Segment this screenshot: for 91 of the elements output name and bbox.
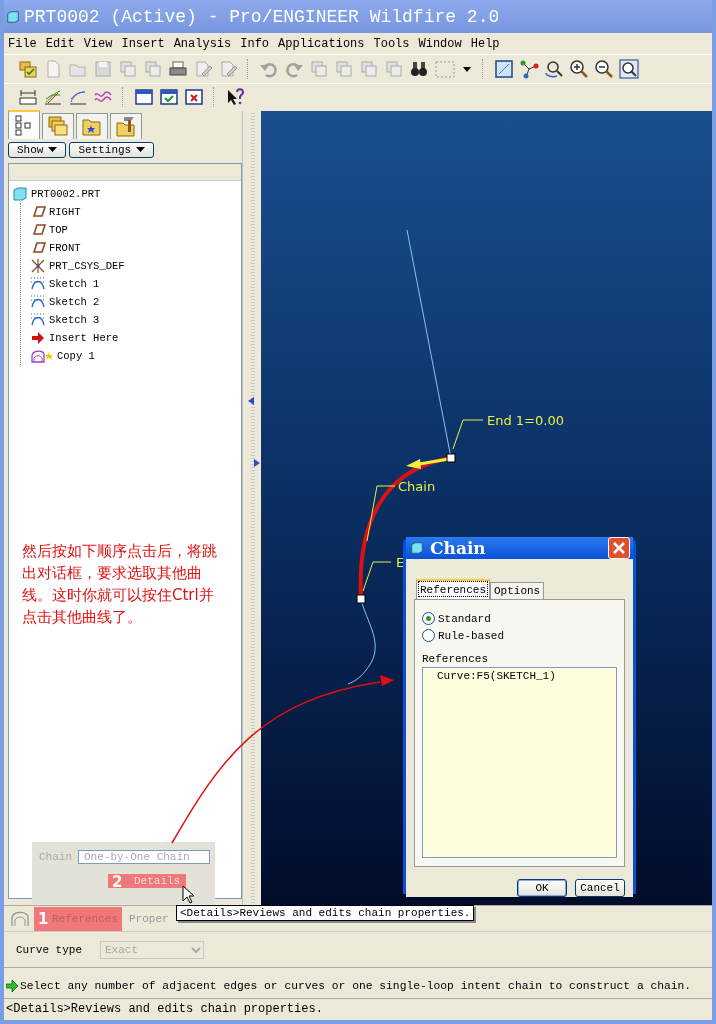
arrow-icon [6,979,18,992]
cube-icon [410,541,424,555]
tree-item[interactable]: Sketch 2 [21,292,241,311]
menu-item[interactable]: File [8,36,37,51]
menu-item[interactable]: Tools [373,36,410,51]
panel-tab[interactable] [42,112,74,139]
tree-item[interactable]: PRT_CSYS_DEF [21,256,241,275]
plane-icon [30,221,46,238]
dropdown-button[interactable]: Show [8,141,67,158]
layers-icon [47,115,69,138]
window-title: PRT0002 (Active) - Pro/ENGINEER Wildfire 2.0 [24,6,500,27]
datum-points-icon[interactable] [519,59,539,80]
csys-icon [30,257,46,274]
panel-tab[interactable] [110,112,142,139]
copy-icon [30,347,54,364]
edit-document-icon[interactable] [193,59,213,80]
field-label: Curve type [16,943,82,956]
annotation-note: 然后按如下顺序点击后，将跳 出对话框，要求选取其他曲 线。这时你就可以按住Ctrl并 点击其他曲线了。 [22,541,217,628]
chain-label: Chain [398,478,436,494]
expand-arrow-icon[interactable] [254,458,260,467]
radio-circle[interactable] [422,612,435,625]
message-text: Select any number of adjacent edges or curves or one single-loop intent chain to construct a chain. [20,979,692,992]
radio-button[interactable]: Standard [422,610,617,627]
menu-item[interactable]: Info [240,36,270,51]
tree-item[interactable]: PRT0002.PRT [12,184,241,203]
chain-icon [10,909,30,928]
cube-icon [6,9,20,24]
insert-icon [30,329,46,346]
window-icon[interactable] [134,87,154,108]
menu-item[interactable]: Analysis [173,36,232,51]
list-item[interactable]: Curve:F5(SKETCH_1) [437,670,616,682]
zoom-out-icon[interactable] [594,59,614,80]
menu-item[interactable]: Help [470,36,500,51]
dialog-button[interactable]: Cancel [575,879,625,897]
dropdown-button[interactable]: Settings [69,141,155,158]
status-text: <Details>Reviews and edits chain properties. [6,1002,323,1017]
close-button[interactable] [608,537,630,559]
menu-item[interactable]: Insert [121,36,165,51]
field-label: Chain [39,851,72,863]
tree-item[interactable]: RIGHT [21,202,241,221]
tree-item[interactable]: Insert Here [21,328,241,347]
sketch-icon [30,275,46,292]
list-label: References [422,653,489,665]
refit-icon[interactable] [619,59,639,80]
menu-item[interactable]: View [83,36,113,51]
tools-icon [115,115,137,138]
zoom-in-icon[interactable] [569,59,589,80]
context-help-icon[interactable] [225,87,245,108]
menu-item[interactable]: Edit [45,36,75,51]
plane-icon [30,203,46,220]
collapse-arrow-icon[interactable] [248,396,254,405]
tree-item[interactable]: Sketch 3 [21,310,241,329]
step-marker: 1 [38,909,49,928]
sketch-icon [30,293,46,310]
tree-item[interactable]: FRONT [21,238,241,257]
close-window-icon[interactable] [184,87,204,108]
panel-tab[interactable] [8,109,40,139]
dialog-title: Chain [430,538,487,558]
tree-item[interactable]: TOP [21,220,241,239]
repaint-icon[interactable] [494,59,514,80]
caret-icon [48,146,58,153]
leader-line [362,561,392,592]
activate-window-icon[interactable] [159,87,179,108]
radio-circle[interactable] [422,629,435,642]
dialog-tab[interactable]: Options [490,582,545,599]
dimension-label: End 1=0.00 [487,412,564,428]
panel-tab[interactable] [76,112,108,139]
plane-icon [30,239,46,256]
part-icon [12,185,28,202]
dialog-button[interactable]: OK [517,879,567,897]
menu-item[interactable]: Applications [278,36,365,51]
dimension-label: E [396,554,405,570]
dialog-tab[interactable]: References [416,579,490,599]
caret-icon [136,146,146,153]
sketch-icon [30,311,46,328]
tooltip: <Details>Reviews and edits chain properties. [176,905,475,921]
measure-icon[interactable] [18,87,38,108]
leader-line [452,419,484,450]
menu-item[interactable]: Window [418,36,462,51]
leader-line [366,485,396,542]
end-point-handle[interactable] [356,594,366,604]
erase-document-icon[interactable] [218,59,238,80]
folder-check-icon[interactable] [18,59,38,80]
tree-item[interactable]: Copy 1 [21,346,241,365]
tree-item[interactable]: Sketch 1 [21,274,241,293]
cursor-icon [182,885,196,905]
end-point-handle[interactable] [446,453,456,463]
close-icon [612,541,626,555]
spin-center-icon[interactable] [544,59,564,80]
radio-button[interactable]: Rule-based [422,627,617,644]
step-marker: 2 [112,873,123,891]
